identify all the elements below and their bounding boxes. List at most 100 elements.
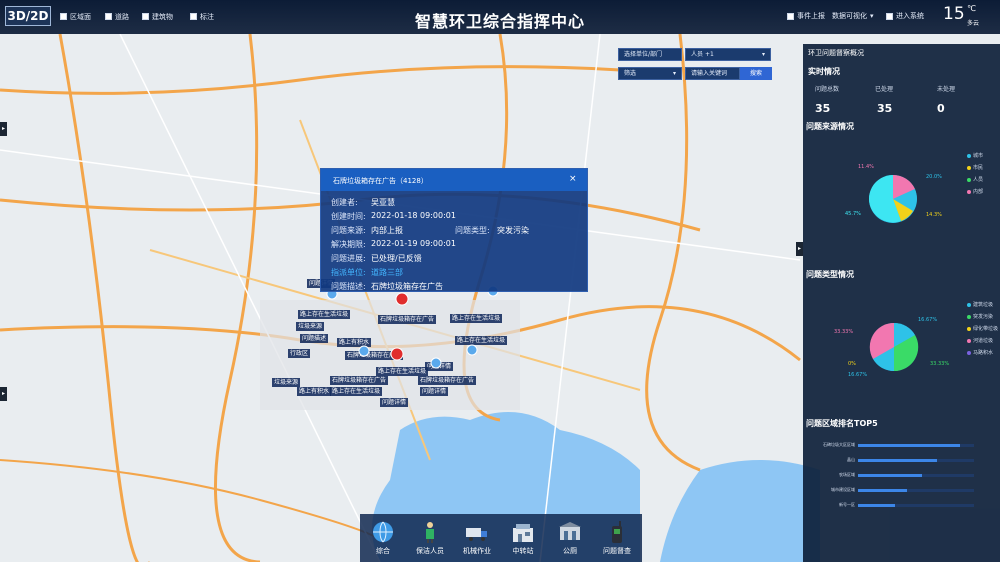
map-marker-label[interactable]: 路上存在生活垃圾 bbox=[455, 336, 508, 345]
layer-toggle-road[interactable]: 道路 bbox=[105, 10, 129, 23]
legend-item: 河道垃圾 bbox=[967, 337, 993, 344]
stat-label: 问题总数 bbox=[815, 86, 840, 93]
unit-select[interactable]: 选择单位/部门 bbox=[618, 48, 682, 61]
checkbox-icon[interactable] bbox=[190, 13, 197, 20]
right-panel-collapse-icon[interactable]: ▸ bbox=[796, 242, 803, 256]
event-report-button[interactable]: 事件上报 bbox=[787, 11, 825, 21]
legend-label: 绿化带垃圾 bbox=[973, 326, 999, 332]
layer-label: 区域面 bbox=[70, 12, 91, 21]
field-value: 已处理/已反馈 bbox=[371, 254, 422, 263]
map-marker-label[interactable]: 垃圾来源 bbox=[296, 322, 325, 331]
map-marker-label[interactable]: 垃圾来源 bbox=[272, 378, 301, 387]
nav-overview[interactable]: 综合 bbox=[363, 520, 403, 556]
truck-icon bbox=[466, 528, 487, 541]
map-marker-label[interactable]: 问题详情 bbox=[380, 398, 409, 407]
location-pin-icon[interactable] bbox=[358, 345, 370, 357]
legend-item: 突发污染 bbox=[967, 313, 993, 320]
person-select[interactable]: 人员 +1 ▾ bbox=[685, 48, 771, 61]
toilet-building-icon bbox=[559, 522, 581, 540]
chevron-down-icon: ▾ bbox=[673, 70, 677, 77]
stat-unprocessed: 0 bbox=[937, 102, 945, 115]
temperature: 15 bbox=[943, 4, 965, 24]
alert-pin-icon[interactable] bbox=[390, 347, 404, 361]
alert-pin-icon[interactable] bbox=[395, 292, 409, 306]
ranking-bar-track bbox=[858, 474, 974, 477]
ranking-label: 新号一区 bbox=[839, 502, 855, 507]
nav-machinery[interactable]: 机械作业 bbox=[457, 520, 497, 556]
map-marker-label[interactable]: 石牌垃圾箱存在广告 bbox=[378, 315, 437, 324]
legend-item: 内部 bbox=[967, 188, 983, 195]
layer-toggle-region[interactable]: 区域面 bbox=[60, 10, 91, 23]
legend-item: 绿化带垃圾 bbox=[967, 325, 998, 332]
checkbox-icon[interactable] bbox=[60, 13, 67, 20]
data-visualization-label: 数据可视化 bbox=[832, 12, 867, 20]
legend-label: 人员 bbox=[973, 177, 984, 183]
checkbox-icon[interactable] bbox=[142, 13, 149, 20]
left-panel-expand-icon[interactable]: ▸ bbox=[0, 122, 7, 136]
field-value[interactable]: 道路三部 bbox=[371, 267, 403, 278]
ranking-label: 城市建设区域 bbox=[831, 487, 855, 492]
legend-item: 建筑垃圾 bbox=[967, 301, 993, 308]
pie-percent: 0% bbox=[848, 361, 856, 367]
field-value: 内部上报 bbox=[371, 226, 403, 235]
field-label: 解决期限: bbox=[331, 240, 366, 249]
map-marker-label[interactable]: 路上存在生活垃圾 bbox=[298, 310, 351, 319]
legend-dot bbox=[967, 350, 971, 355]
map-marker-label[interactable]: 问题描述 bbox=[300, 334, 329, 343]
location-pin-icon[interactable] bbox=[466, 344, 478, 356]
nav-label: 公厕 bbox=[563, 547, 577, 555]
nav-label: 机械作业 bbox=[463, 547, 491, 555]
legend-item: 马路积水 bbox=[967, 349, 993, 356]
mode-toggle-3d-2d[interactable]: 3D/2D bbox=[5, 6, 51, 26]
map-marker-label[interactable]: 行政区 bbox=[288, 349, 311, 358]
legend-label: 城市 bbox=[973, 153, 984, 159]
cleaner-person-icon bbox=[426, 522, 434, 543]
legend-dot bbox=[967, 338, 971, 343]
enter-system-label: 进入系统 bbox=[896, 12, 924, 20]
stat-total: 35 bbox=[815, 102, 831, 115]
map-marker-label[interactable]: 路上有积水 bbox=[297, 387, 332, 396]
globe-icon bbox=[373, 521, 393, 543]
layer-toggle-building[interactable]: 建筑物 bbox=[142, 10, 173, 23]
map-marker-label[interactable]: 路上存在生活垃圾 bbox=[330, 387, 383, 396]
close-icon[interactable]: × bbox=[569, 174, 577, 184]
field-label: 问题类型: bbox=[455, 226, 490, 235]
nav-label: 中转站 bbox=[512, 547, 534, 555]
field-label: 问题进展: bbox=[331, 254, 366, 263]
pie-percent: 20.0% bbox=[926, 174, 942, 180]
nav-issue-inspection[interactable]: 问题督查 bbox=[597, 520, 637, 556]
layer-toggle-annotation[interactable]: 标注 bbox=[190, 10, 214, 23]
legend-item: 市民 bbox=[967, 164, 983, 171]
checkbox-icon[interactable] bbox=[105, 13, 112, 20]
field-label: 创建时间: bbox=[331, 212, 366, 221]
nav-cleaners[interactable]: 保洁人员 bbox=[410, 520, 450, 556]
keyword-input[interactable]: 请输入关键词 bbox=[685, 67, 740, 80]
pie-percent: 14.3% bbox=[926, 212, 942, 218]
nav-toilet[interactable]: 公厕 bbox=[550, 520, 590, 556]
screen-select[interactable]: 筛选 ▾ bbox=[618, 67, 682, 80]
map-marker-label[interactable]: 路上存在生活垃圾 bbox=[450, 314, 503, 323]
enter-system-button[interactable]: 进入系统 bbox=[886, 11, 924, 21]
field-value: 吴亚慧 bbox=[371, 198, 395, 207]
ranking-bar-track bbox=[858, 504, 974, 507]
map-marker-label[interactable]: 问题详情 bbox=[420, 387, 449, 396]
map-marker-label[interactable]: 路上存在生活垃圾 bbox=[376, 367, 429, 376]
left-panel-expand-icon[interactable]: ▸ bbox=[0, 387, 7, 401]
nav-transfer-station[interactable]: 中转站 bbox=[503, 520, 543, 556]
popup-title: 石牌垃圾箱存在广告（4128） bbox=[333, 177, 428, 185]
legend-item: 人员 bbox=[967, 176, 983, 183]
stat-processed: 35 bbox=[877, 102, 893, 115]
stat-label: 已处理 bbox=[875, 86, 894, 93]
weather: 多云 bbox=[967, 20, 980, 27]
location-pin-icon[interactable] bbox=[430, 357, 442, 369]
source-heading: 问题来源情况 bbox=[806, 122, 854, 131]
data-visualization-dropdown[interactable]: 数据可视化 ▾ bbox=[832, 11, 874, 21]
legend-label: 突发污染 bbox=[973, 314, 994, 320]
layer-label: 标注 bbox=[200, 12, 214, 21]
person-count: +1 bbox=[704, 51, 714, 58]
pie-percent: 11.4% bbox=[858, 164, 874, 170]
search-button[interactable]: 搜索 bbox=[740, 67, 772, 80]
map-marker-label[interactable]: 石牌垃圾箱存在广告 bbox=[330, 376, 389, 385]
map-marker-label[interactable]: 石牌垃圾箱存在广告 bbox=[418, 376, 477, 385]
chevron-down-icon: ▾ bbox=[870, 12, 874, 20]
